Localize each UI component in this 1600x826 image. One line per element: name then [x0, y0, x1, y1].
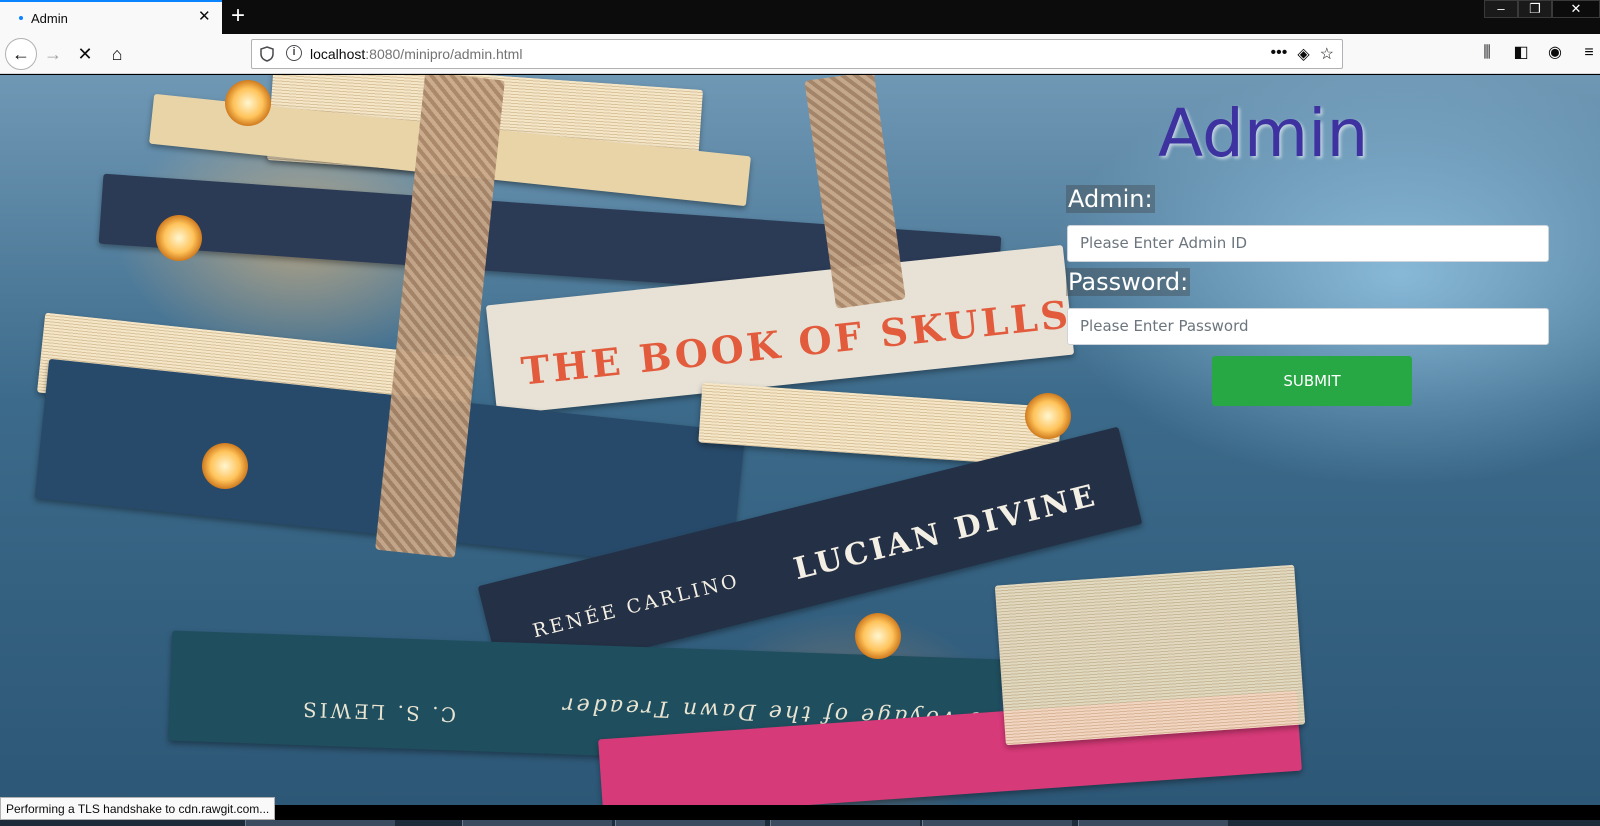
string-light: [1025, 393, 1071, 439]
tracking-shield-icon[interactable]: [260, 46, 274, 62]
tab-title: Admin: [31, 11, 68, 26]
taskbar-button[interactable]: [615, 820, 765, 826]
page-actions-icon[interactable]: •••: [1271, 44, 1288, 64]
string-light: [855, 613, 901, 659]
submit-button[interactable]: SUBMIT: [1212, 356, 1412, 406]
menu-icon[interactable]: ≡: [1578, 42, 1600, 64]
string-light: [225, 80, 271, 126]
loading-dot-icon: [19, 16, 23, 20]
string-light: [202, 443, 248, 489]
taskbar: [0, 820, 1600, 826]
back-icon[interactable]: ←: [5, 38, 37, 70]
library-icon[interactable]: ⫼: [1476, 42, 1498, 64]
account-icon[interactable]: ◉: [1544, 42, 1566, 64]
url-host: localhost: [310, 46, 366, 62]
close-window-icon[interactable]: ✕: [1552, 0, 1600, 18]
book: [994, 564, 1306, 746]
url-text[interactable]: localhost:8080/minipro/admin.html: [310, 46, 522, 62]
pocket-icon[interactable]: ◈: [1297, 44, 1309, 64]
home-icon[interactable]: ⌂: [104, 41, 130, 67]
string-light: [156, 215, 202, 261]
sidebar-icon[interactable]: ◧: [1510, 42, 1532, 64]
restore-icon[interactable]: ❐: [1518, 0, 1552, 18]
page-content: THE BOOK OF SKULLS LUCIAN DIVINE RENÉE C…: [0, 75, 1600, 805]
page-title: Admin: [1158, 95, 1369, 172]
forward-icon[interactable]: →: [40, 41, 66, 67]
url-bar[interactable]: i localhost:8080/minipro/admin.html ••• …: [251, 39, 1343, 69]
taskbar-button[interactable]: [770, 820, 920, 826]
taskbar-button[interactable]: [245, 820, 395, 826]
toolbar-right: ⫼ ◧ ◉ ≡: [1476, 42, 1600, 64]
stop-icon[interactable]: ✕: [72, 41, 98, 67]
url-actions: ••• ◈ ☆: [1271, 44, 1334, 64]
password-input[interactable]: Please Enter Password: [1067, 308, 1549, 345]
admin-id-label: Admin:: [1066, 185, 1155, 213]
bookmark-star-icon[interactable]: ☆: [1320, 44, 1334, 64]
site-info-icon[interactable]: i: [286, 45, 302, 61]
password-label: Password:: [1066, 268, 1191, 296]
tab-strip: Admin ✕ + – ❐ ✕: [0, 0, 1600, 34]
taskbar-button[interactable]: [1078, 820, 1228, 826]
taskbar-button[interactable]: [462, 820, 612, 826]
status-bar: Performing a TLS handshake to cdn.rawgit…: [0, 797, 276, 820]
tab-admin[interactable]: Admin ✕: [0, 0, 222, 34]
url-path: :8080/minipro/admin.html: [365, 46, 523, 62]
nav-bar: ← → ✕ ⌂ i localhost:8080/minipro/admin.h…: [0, 34, 1600, 74]
admin-id-input[interactable]: Please Enter Admin ID: [1067, 225, 1549, 262]
window-controls: – ❐ ✕: [1484, 0, 1600, 18]
minimize-icon[interactable]: –: [1484, 0, 1518, 18]
close-tab-icon[interactable]: ✕: [198, 9, 211, 25]
taskbar-button[interactable]: [922, 820, 1072, 826]
new-tab-icon[interactable]: +: [231, 3, 245, 29]
